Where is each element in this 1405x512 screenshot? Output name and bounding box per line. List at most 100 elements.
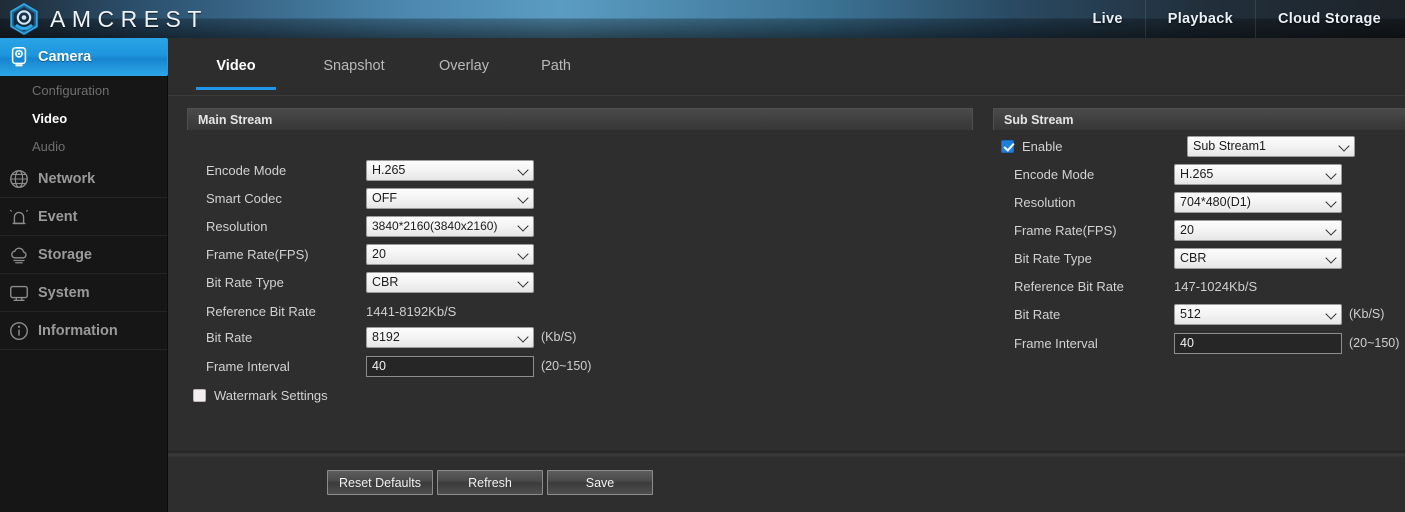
sidebar-item-information[interactable]: Information <box>0 312 167 350</box>
sidebar-item-system[interactable]: System <box>0 274 167 312</box>
sub-reference-bit-rate-label: Reference Bit Rate <box>1014 278 1124 294</box>
sidebar-item-storage[interactable]: Storage <box>0 236 167 274</box>
main-encode-mode-dropdown-wrap: H.265 <box>366 159 534 181</box>
tab-video-label: Video <box>216 58 256 74</box>
sub-stream-select[interactable]: Sub Stream1 <box>1187 135 1355 157</box>
tab-snapshot-label: Snapshot <box>323 58 385 74</box>
main-resolution-select[interactable]: 3840*2160(3840x2160) <box>366 215 534 237</box>
left-sidebar: Camera Configuration Video Audio Network <box>0 38 184 512</box>
sub-frame-interval-input[interactable] <box>1174 332 1342 354</box>
main-smart-codec-dropdown-wrap: OFF <box>366 187 534 209</box>
storage-cloud-icon <box>11 247 27 263</box>
sub-bit-rate-dropdown-wrap: 512 <box>1174 303 1342 325</box>
sidebar-subitem-video[interactable]: Video <box>0 104 167 132</box>
sub-resolution-select[interactable]: 704*480(D1) <box>1174 191 1342 213</box>
sub-bit-rate-row: Bit Rate 512 (Kb/S) <box>1014 303 1384 325</box>
amcrest-camera-web-ui: AMCREST Live Playback Cloud Storage Came… <box>0 0 1405 512</box>
sub-bit-rate-type-label: Bit Rate Type <box>1014 250 1092 266</box>
sub-frame-rate-label: Frame Rate(FPS) <box>1014 222 1117 238</box>
sub-resolution-dropdown-wrap: 704*480(D1) <box>1174 191 1342 213</box>
main-bit-rate-type-select[interactable]: CBR <box>366 271 534 293</box>
main-stream-panel-header: Main Stream <box>187 108 973 130</box>
watermark-settings-checkbox[interactable] <box>193 388 206 402</box>
information-icon <box>10 321 28 340</box>
top-header-bar: AMCREST Live Playback Cloud Storage <box>0 0 1405 38</box>
main-frame-rate-select[interactable]: 20 <box>366 243 534 265</box>
sub-bit-rate-type-dropdown-wrap: CBR <box>1174 247 1342 269</box>
sub-encode-mode-dropdown-wrap: H.265 <box>1174 163 1342 185</box>
sidebar-item-event-label: Event <box>38 208 78 225</box>
sub-bit-rate-select[interactable]: 512 <box>1174 303 1342 325</box>
sub-frame-rate-select[interactable]: 20 <box>1174 219 1342 241</box>
sub-frame-rate-row: Frame Rate(FPS) 20 <box>1014 219 1342 241</box>
sidebar-item-network[interactable]: Network <box>0 160 167 198</box>
sub-encode-mode-select[interactable]: H.265 <box>1174 163 1342 185</box>
main-reference-bit-rate-value: 1441-8192Kb/S <box>366 303 457 319</box>
sidebar-subitem-audio-label: Audio <box>32 138 66 154</box>
main-bit-rate-type-label: Bit Rate Type <box>206 274 284 290</box>
nav-playback[interactable]: Playback <box>1146 0 1256 38</box>
event-bell-icon <box>9 209 29 224</box>
main-bit-rate-select[interactable]: 8192 <box>366 326 534 348</box>
sub-enable-row: Enable Sub Stream1 <box>993 135 1355 157</box>
top-navigation: Live Playback Cloud Storage <box>1071 0 1390 38</box>
tab-overlay-label: Overlay <box>439 58 489 74</box>
main-frame-rate-row: Frame Rate(FPS) 20 <box>206 243 534 265</box>
sub-reference-bit-rate-row: Reference Bit Rate 147-1024Kb/S <box>1014 275 1257 297</box>
system-monitor-icon <box>10 285 28 301</box>
sub-stream-title: Sub Stream <box>1004 113 1074 127</box>
main-encode-mode-select[interactable]: H.265 <box>366 159 534 181</box>
sub-frame-interval-label: Frame Interval <box>1014 335 1098 351</box>
nav-live[interactable]: Live <box>1071 0 1146 38</box>
sidebar-item-camera-label: Camera <box>38 49 92 65</box>
sidebar-subitem-audio[interactable]: Audio <box>0 132 167 160</box>
sidebar-item-storage-label: Storage <box>38 246 92 263</box>
sidebar-item-event[interactable]: Event <box>0 198 167 236</box>
sidebar-subitem-configuration[interactable]: Configuration <box>0 76 167 104</box>
main-frame-rate-dropdown-wrap: 20 <box>366 243 534 265</box>
main-reference-bit-rate-row: Reference Bit Rate 1441-8192Kb/S <box>206 300 456 322</box>
sidebar-subitem-configuration-label: Configuration <box>32 82 110 98</box>
main-bit-rate-label: Bit Rate <box>206 329 253 345</box>
main-resolution-dropdown-wrap: 3840*2160(3840x2160) <box>366 215 534 237</box>
sub-stream-enable-checkbox[interactable] <box>1001 139 1014 153</box>
sub-reference-bit-rate-value: 147-1024Kb/S <box>1174 278 1258 294</box>
tab-overlay[interactable]: Overlay <box>416 38 512 96</box>
tab-snapshot[interactable]: Snapshot <box>302 38 406 96</box>
sub-bit-rate-type-select[interactable]: CBR <box>1174 247 1342 269</box>
video-settings-content: Main Stream Encode Mode H.265 Smart Code… <box>168 96 1405 446</box>
tab-path[interactable]: Path <box>522 38 590 96</box>
amcrest-hex-lens-logo-icon <box>10 3 38 35</box>
sidebar-item-network-label: Network <box>38 170 96 187</box>
action-button-bar: Reset Defaults Refresh Save <box>168 457 1405 512</box>
refresh-button[interactable]: Refresh <box>437 470 543 495</box>
save-button[interactable]: Save <box>547 470 653 495</box>
reset-defaults-button[interactable]: Reset Defaults <box>327 470 433 495</box>
sidebar-subitem-video-label: Video <box>32 110 68 126</box>
main-frame-rate-label: Frame Rate(FPS) <box>206 246 309 262</box>
nav-cloud-storage[interactable]: Cloud Storage <box>1256 0 1389 38</box>
sub-encode-mode-row: Encode Mode H.265 <box>1014 163 1342 185</box>
main-resolution-row: Resolution 3840*2160(3840x2160) <box>206 215 534 237</box>
main-resolution-label: Resolution <box>206 218 268 234</box>
main-frame-interval-label: Frame Interval <box>206 358 290 374</box>
main-frame-interval-row: Frame Interval (20~150) <box>206 355 591 377</box>
brand-name: AMCREST <box>50 6 208 32</box>
sub-resolution-label: Resolution <box>1014 194 1076 210</box>
main-frame-interval-input[interactable] <box>366 355 534 377</box>
main-bit-rate-row: Bit Rate 8192 (Kb/S) <box>206 326 576 348</box>
main-encode-mode-row: Encode Mode H.265 <box>206 159 534 181</box>
main-smart-codec-select[interactable]: OFF <box>366 187 534 209</box>
sub-frame-interval-row: Frame Interval (20~150) <box>1014 332 1399 354</box>
tab-video[interactable]: Video <box>196 38 276 96</box>
main-frame-interval-range: (20~150) <box>541 359 592 373</box>
sub-bit-rate-label: Bit Rate <box>1014 306 1061 322</box>
main-reference-bit-rate-label: Reference Bit Rate <box>206 303 316 319</box>
main-watermark-row[interactable]: Watermark Settings <box>193 384 328 406</box>
sub-frame-interval-range: (20~150) <box>1349 336 1400 350</box>
sidebar-item-camera[interactable]: Camera <box>0 38 184 76</box>
camera-icon <box>11 47 27 67</box>
sub-frame-rate-dropdown-wrap: 20 <box>1174 219 1342 241</box>
sub-stream-select-wrap: Sub Stream1 <box>1187 135 1355 157</box>
settings-tab-bar: Video Snapshot Overlay Path <box>168 38 1405 96</box>
